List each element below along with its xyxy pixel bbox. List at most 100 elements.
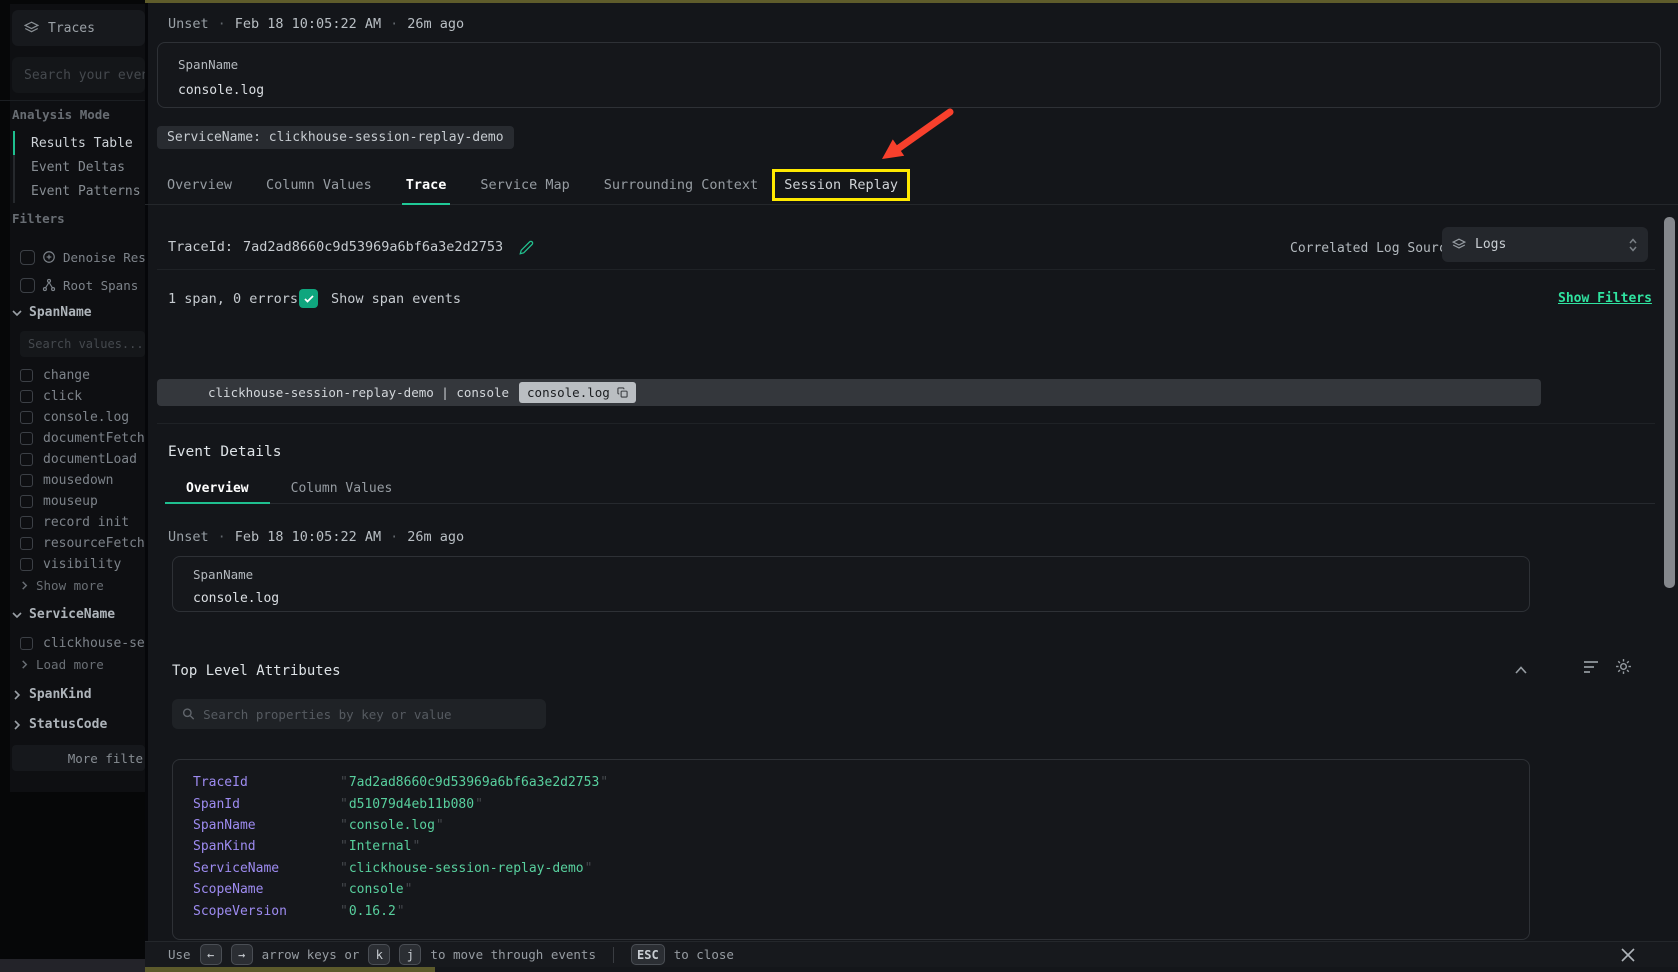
option-checkbox[interactable] (20, 411, 33, 424)
tab-surrounding-context[interactable]: Surrounding Context (604, 165, 758, 204)
mode-event-deltas[interactable]: Event Deltas (13, 155, 145, 179)
status-text: Unset (168, 529, 209, 545)
sidebar-search-input[interactable] (24, 68, 145, 83)
sidebar-search (12, 57, 145, 93)
arrow-right-key: → (231, 944, 253, 965)
drawer-left-seam (145, 0, 148, 972)
filter-option-mousedown[interactable]: mousedown (20, 470, 113, 490)
filter-option-mouseup[interactable]: mouseup (20, 491, 98, 511)
root-spans-checkbox[interactable] (20, 278, 35, 293)
sidebar-bottom-strip (0, 959, 145, 972)
root-spans-label: Root Spans Onl (63, 278, 145, 293)
span-name-card-label: SpanName (178, 57, 238, 72)
show-span-events-checkbox[interactable] (299, 289, 318, 308)
mode-event-patterns[interactable]: Event Patterns (13, 179, 145, 203)
event-details-title: Event Details (168, 444, 282, 460)
properties-search-input[interactable] (203, 707, 536, 722)
log-source-value: Logs (1475, 237, 1506, 252)
option-checkbox[interactable] (20, 637, 33, 650)
filter-option-resourcefetch[interactable]: resourceFetch (20, 533, 145, 553)
layers-icon (24, 21, 39, 36)
statuscode-group-label: StatusCode (29, 717, 107, 732)
tab-overview[interactable]: Overview (167, 165, 232, 204)
filter-group-spanname[interactable]: SpanName (12, 305, 92, 320)
filter-lines-icon[interactable] (1583, 660, 1599, 674)
denoise-icon (42, 250, 56, 264)
source-selector-traces[interactable]: Traces (12, 10, 145, 46)
close-icon[interactable] (1620, 947, 1636, 963)
filter-option-click[interactable]: click (20, 386, 82, 406)
attribute-key[interactable]: SpanId (193, 797, 339, 812)
tab-service-map[interactable]: Service Map (480, 165, 569, 204)
drawer-tab-bar: Overview Column Values Trace Service Map… (145, 165, 1678, 205)
option-label: clickhouse-sessi (43, 636, 145, 651)
service-name-badge[interactable]: ServiceName: clickhouse-session-replay-d… (157, 126, 514, 149)
footer-close-text: to close (674, 947, 734, 962)
more-filters-button[interactable]: More filte (12, 745, 145, 771)
attribute-value[interactable]: d51079d4eb11b080 (339, 797, 484, 812)
mode-results-table[interactable]: Results Table (13, 131, 145, 155)
attribute-value[interactable]: Internal (339, 839, 421, 854)
denoise-results-toggle[interactable]: Denoise Resul (20, 247, 145, 267)
filter-option-documentfetch[interactable]: documentFetch (20, 428, 145, 448)
filter-option-console-log[interactable]: console.log (20, 407, 129, 427)
event-details-tab-bar: Overview Column Values (165, 473, 1655, 504)
attribute-key[interactable]: TraceId (193, 775, 339, 790)
attribute-value[interactable]: clickhouse-session-replay-demo (339, 861, 593, 876)
option-label: documentLoad (43, 452, 137, 467)
event-details-tab-column-values[interactable]: Column Values (270, 473, 414, 503)
show-more-link[interactable]: Show more (20, 578, 104, 593)
attribute-key[interactable]: ScopeName (193, 882, 339, 897)
attribute-key[interactable]: ScopeVersion (193, 904, 339, 919)
option-checkbox[interactable] (20, 432, 33, 445)
option-checkbox[interactable] (20, 369, 33, 382)
drawer-scrollbar-thumb[interactable] (1664, 217, 1675, 588)
tab-trace[interactable]: Trace (406, 165, 447, 204)
attribute-value[interactable]: 7ad2ad8660c9d53969a6bf6a3e2d2753 (339, 775, 609, 790)
spanname-value-search-input[interactable] (28, 337, 145, 351)
filter-option-clickhouse-service[interactable]: clickhouse-sessi (20, 633, 145, 653)
attribute-key[interactable]: SpanKind (193, 839, 339, 854)
edit-pencil-icon[interactable] (519, 240, 534, 255)
j-key: j (399, 944, 421, 965)
arrow-left-key: ← (200, 944, 222, 965)
footer-arrows-text: arrow keys or (262, 947, 360, 962)
span-name-card-value: console.log (178, 83, 264, 98)
option-checkbox[interactable] (20, 474, 33, 487)
filter-group-servicename[interactable]: ServiceName (12, 607, 115, 622)
filter-group-statuscode[interactable]: StatusCode (12, 717, 107, 732)
show-filters-link[interactable]: Show Filters (1558, 291, 1652, 306)
log-source-select[interactable]: Logs (1442, 227, 1648, 262)
filter-option-change[interactable]: change (20, 365, 90, 385)
meta-separator: · (218, 529, 226, 545)
filter-option-visibility[interactable]: visibility (20, 554, 121, 574)
option-checkbox[interactable] (20, 516, 33, 529)
option-checkbox[interactable] (20, 537, 33, 550)
option-checkbox[interactable] (20, 558, 33, 571)
chevron-up-icon[interactable] (1515, 666, 1527, 674)
analysis-mode-heading: Analysis Mode (12, 107, 110, 122)
background-page-top-edge (145, 0, 1678, 3)
load-more-link[interactable]: Load more (20, 657, 104, 672)
tab-session-replay[interactable]: Session Replay (784, 177, 898, 193)
attribute-value[interactable]: console (339, 882, 413, 897)
option-checkbox[interactable] (20, 390, 33, 403)
show-span-events-label[interactable]: Show span events (331, 291, 461, 307)
attribute-key[interactable]: ServiceName (193, 861, 339, 876)
select-chevrons-icon (1628, 237, 1638, 253)
trace-waterfall-bar[interactable]: clickhouse-session-replay-demo | console… (157, 379, 1541, 406)
root-spans-toggle[interactable]: Root Spans Onl (20, 275, 145, 295)
attribute-value[interactable]: console.log (339, 818, 445, 833)
attribute-key[interactable]: SpanName (193, 818, 339, 833)
filter-option-record-init[interactable]: record init (20, 512, 129, 532)
filter-group-spankind[interactable]: SpanKind (12, 687, 92, 702)
denoise-checkbox[interactable] (20, 250, 35, 265)
gear-icon[interactable] (1615, 658, 1632, 675)
tab-column-values[interactable]: Column Values (266, 165, 372, 204)
event-details-tab-overview[interactable]: Overview (165, 473, 270, 503)
chevron-right-icon (12, 720, 22, 730)
option-checkbox[interactable] (20, 453, 33, 466)
filter-option-documentload[interactable]: documentLoad (20, 449, 137, 469)
option-checkbox[interactable] (20, 495, 33, 508)
attribute-value[interactable]: 0.16.2 (339, 904, 406, 919)
